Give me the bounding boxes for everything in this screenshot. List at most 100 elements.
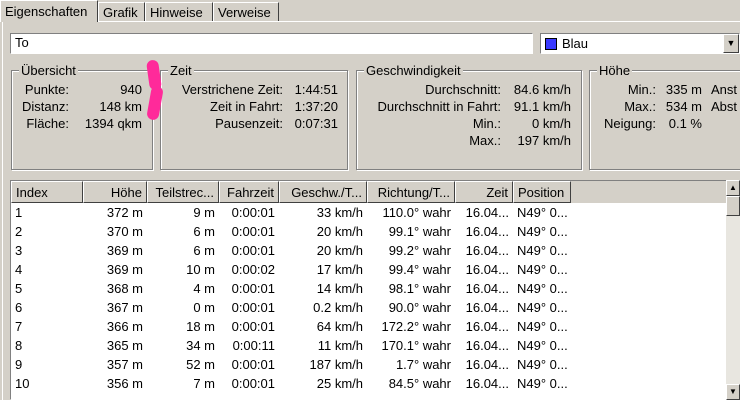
trackpoints-table[interactable]: Index Höhe Teilstrec... Fahrzeit Geschw.… <box>10 180 740 400</box>
column-header-index[interactable]: Index <box>11 181 83 203</box>
cell-driving-time: 0:00:02 <box>231 262 275 277</box>
cell-index: 7 <box>15 319 23 334</box>
cell-speed: 20 km/h <box>316 243 363 258</box>
cell-segment: 52 m <box>186 357 215 372</box>
cell-driving-time: 0:00:01 <box>231 224 275 239</box>
scroll-down-icon[interactable]: ▼ <box>726 384 740 400</box>
cell-height: 357 m <box>106 357 143 372</box>
tab-eigenschaften[interactable]: Eigenschaften <box>0 0 98 22</box>
cell-time: 16.04... <box>465 357 509 372</box>
scroll-up-icon[interactable]: ▲ <box>726 180 740 196</box>
column-label: Geschw./T... <box>291 185 362 200</box>
tab-hinweise[interactable]: Hinweise <box>145 2 213 21</box>
slope-value: 0.1 % <box>668 116 702 131</box>
cell-segment: 0 m <box>193 300 215 315</box>
tab-label: Verweise <box>218 5 271 20</box>
cell-speed: 20 km/h <box>316 224 363 239</box>
column-label: Index <box>16 185 48 200</box>
table-row[interactable]: 10 356 m 7 m 0:00:01 25 km/h 84.5° wahr 16.04.… <box>11 375 739 393</box>
descent-label: Abst <box>711 99 738 114</box>
cell-driving-time: 0:00:01 <box>231 205 275 220</box>
table-row[interactable]: 9 357 m 52 m 0:00:01 187 km/h 1.7° wahr 16.04.… <box>11 356 739 374</box>
cell-height: 372 m <box>106 205 143 220</box>
cell-direction: 90.0° wahr <box>388 300 451 315</box>
min-speed-value: 0 km/h <box>531 116 571 131</box>
cell-direction: 98.1° wahr <box>388 281 451 296</box>
cell-driving-time: 0:00:11 <box>232 338 275 353</box>
min-height-label: Min.: <box>627 82 656 97</box>
cell-direction: 84.5° wahr <box>388 376 451 391</box>
cell-driving-time: 0:00:01 <box>231 357 275 372</box>
avg-speed-value: 84.6 km/h <box>513 82 571 97</box>
speed-group: Geschwindigkeit Durchschnitt: 84.6 km/h … <box>356 63 582 170</box>
avg-moving-speed-value: 91.1 km/h <box>513 99 571 114</box>
cell-segment: 7 m <box>193 376 215 391</box>
cell-direction: 110.0° wahr <box>382 205 451 220</box>
cell-driving-time: 0:00:01 <box>231 243 275 258</box>
column-header-speed[interactable]: Geschw./T... <box>279 181 367 203</box>
table-header: Index Höhe Teilstrec... Fahrzeit Geschw.… <box>11 181 739 203</box>
cell-direction: 99.4° wahr <box>388 262 451 277</box>
chevron-down-icon[interactable]: ▼ <box>723 34 739 53</box>
pause-time-label: Pausenzeit: <box>215 116 283 131</box>
height-title: Höhe <box>597 63 633 78</box>
cell-direction: 99.1° wahr <box>388 224 451 239</box>
cell-index: 8 <box>15 338 23 353</box>
cell-height: 370 m <box>106 224 143 239</box>
table-row[interactable]: 6 367 m 0 m 0:00:01 0.2 km/h 90.0° wahr 16.04.… <box>11 299 739 317</box>
column-header-direction[interactable]: Richtung/T... <box>367 181 455 203</box>
cell-index: 6 <box>15 300 23 315</box>
pause-time-value: 0:07:31 <box>294 116 338 131</box>
tab-grafik[interactable]: Grafik <box>98 2 145 21</box>
table-row[interactable]: 1 372 m 9 m 0:00:01 33 km/h 110.0° wahr 16.04.… <box>11 204 739 222</box>
cell-time: 16.04... <box>465 376 509 391</box>
cell-direction: 172.2° wahr <box>381 319 451 334</box>
cell-height: 369 m <box>106 243 143 258</box>
column-header-height[interactable]: Höhe <box>83 181 147 203</box>
cell-height: 369 m <box>106 262 143 277</box>
cell-direction: 170.1° wahr <box>381 338 451 353</box>
distance-value: 148 km <box>99 99 142 114</box>
track-name-input[interactable]: To <box>10 33 533 54</box>
cell-driving-time: 0:00:01 <box>231 300 275 315</box>
cell-time: 16.04... <box>465 243 509 258</box>
column-label: Höhe <box>110 185 142 200</box>
cell-height: 366 m <box>106 319 143 334</box>
table-row[interactable]: 7 366 m 18 m 0:00:01 64 km/h 172.2° wahr 16.04… <box>11 318 739 336</box>
cell-segment: 34 m <box>186 338 215 353</box>
tab-label: Eigenschaften <box>5 4 88 19</box>
moving-time-label: Zeit in Fahrt: <box>210 99 283 114</box>
cell-position: N49° 0... <box>517 224 568 239</box>
table-row[interactable]: 5 368 m 4 m 0:00:01 14 km/h 98.1° wahr 16.04..… <box>11 280 739 298</box>
color-select[interactable]: Blau ▼ <box>540 33 740 54</box>
column-header-time[interactable]: Zeit <box>455 181 513 203</box>
column-label: Teilstrec... <box>155 185 214 200</box>
cell-height: 368 m <box>106 281 143 296</box>
scroll-thumb[interactable] <box>726 196 740 216</box>
table-row[interactable]: 3 369 m 6 m 0:00:01 20 km/h 99.2° wahr 16.04..… <box>11 242 739 260</box>
ascent-label: Anst <box>711 82 738 97</box>
cell-direction: 1.7° wahr <box>395 357 451 372</box>
cell-index: 5 <box>15 281 23 296</box>
max-speed-label: Max.: <box>469 133 501 148</box>
table-row[interactable]: 8 365 m 34 m 0:00:11 11 km/h 170.1° wahr 16.04… <box>11 337 739 355</box>
track-name-value: To <box>15 35 29 50</box>
column-label: Richtung/T... <box>377 185 450 200</box>
table-row[interactable]: 2 370 m 6 m 0:00:01 20 km/h 99.1° wahr 16.04..… <box>11 223 739 241</box>
column-header-driving-time[interactable]: Fahrzeit <box>219 181 279 203</box>
column-header-segment[interactable]: Teilstrec... <box>147 181 219 203</box>
cell-speed: 25 km/h <box>316 376 363 391</box>
column-header-position[interactable]: Position <box>513 181 571 203</box>
cell-index: 3 <box>15 243 23 258</box>
max-height-label: Max.: <box>624 99 656 114</box>
table-row[interactable]: 4 369 m 10 m 0:00:02 17 km/h 99.4° wahr 16.04.… <box>11 261 739 279</box>
overview-title: Übersicht <box>19 63 78 78</box>
cell-index: 2 <box>15 224 23 239</box>
max-height-value: 534 m <box>665 99 702 114</box>
cell-speed: 187 km/h <box>309 357 363 372</box>
cell-position: N49° 0... <box>517 281 568 296</box>
area-label: Fläche: <box>26 116 69 131</box>
vertical-scrollbar[interactable]: ▲ ▼ <box>726 180 740 400</box>
time-title: Zeit <box>168 63 194 78</box>
tab-verweise[interactable]: Verweise <box>213 2 279 21</box>
